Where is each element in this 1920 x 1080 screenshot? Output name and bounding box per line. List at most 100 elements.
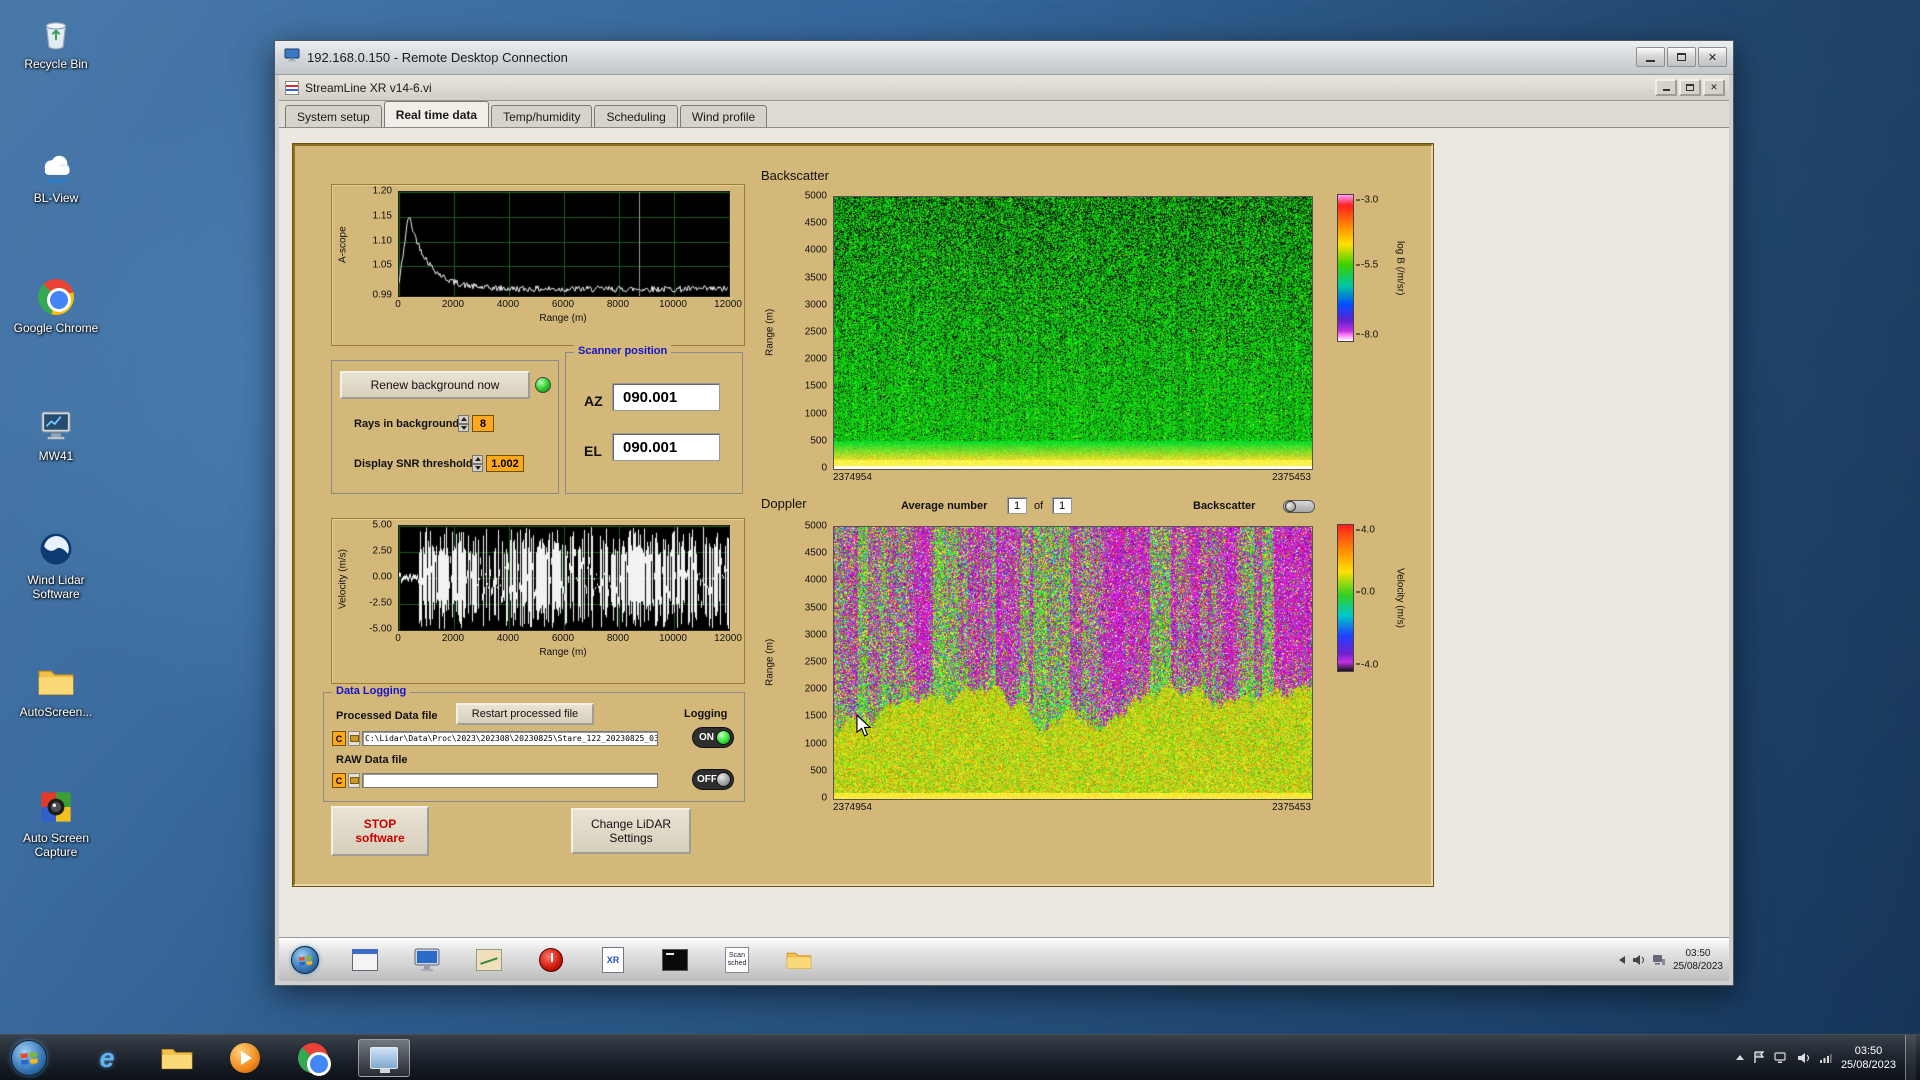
app-titlebar[interactable]: StreamLine XR v14-6.vi ✕ <box>279 75 1729 101</box>
browse-folder-icon[interactable] <box>348 773 360 788</box>
tab-strip: System setup Real time data Temp/humidit… <box>279 101 1729 128</box>
taskbar-internet-explorer-icon[interactable]: e <box>84 1039 130 1077</box>
velocity-x-ticks: 0 2000 4000 6000 8000 10000 12000 <box>395 633 742 645</box>
a-scope-x-axis-title: Range (m) <box>539 313 587 324</box>
tick-label: 8000 <box>606 633 630 644</box>
average-of-label: of <box>1034 500 1044 512</box>
remote-taskbar-command-prompt-icon[interactable] <box>655 943 695 977</box>
rays-in-background-label: Rays in background <box>354 418 460 430</box>
desktop-icon-label: Google Chrome <box>13 321 99 335</box>
remote-start-button[interactable] <box>285 943 325 977</box>
minimize-button[interactable] <box>1636 47 1665 67</box>
tick-label: 5.00 <box>372 519 392 531</box>
tick-label: 1.05 <box>372 259 392 271</box>
el-label: EL <box>584 443 602 459</box>
app-close-button[interactable]: ✕ <box>1703 79 1725 96</box>
volume-icon[interactable] <box>1797 1052 1810 1064</box>
taskbar-chrome-icon[interactable] <box>290 1039 336 1077</box>
volume-icon[interactable] <box>1632 954 1645 966</box>
remote-taskbar-display-icon[interactable] <box>407 943 447 977</box>
average-number-value[interactable]: 1 <box>1007 497 1027 514</box>
rays-in-background-value[interactable]: 8 <box>472 415 494 432</box>
taskbar-media-player-icon[interactable] <box>222 1039 268 1077</box>
remote-taskbar-image-viewer-icon[interactable] <box>469 943 509 977</box>
colorbar-tick: 0.0 <box>1356 587 1375 598</box>
taskbar-rdp-button-active[interactable] <box>358 1039 410 1077</box>
desktop-icon-mw41[interactable]: MW41 <box>6 404 106 463</box>
taskbar-file-explorer-icon[interactable] <box>154 1039 200 1077</box>
data-logging-group-label: Data Logging <box>332 685 411 697</box>
raw-path-field[interactable] <box>362 773 658 788</box>
desktop-icon-recycle-bin[interactable]: Recycle Bin <box>6 12 106 71</box>
toggle-on-label: ON <box>699 732 714 743</box>
remote-taskbar-scan-scheduler-icon[interactable]: Scan sched <box>717 943 757 977</box>
display-connect-icon[interactable] <box>1774 1051 1788 1064</box>
drive-letter-icon[interactable]: C <box>332 731 346 746</box>
tick-label: 0 <box>395 299 401 310</box>
average-of-value[interactable]: 1 <box>1052 497 1072 514</box>
processed-logging-toggle[interactable]: ON <box>692 727 734 748</box>
drive-letter-icon[interactable]: C <box>332 773 346 788</box>
app-minimize-button[interactable] <box>1655 79 1677 96</box>
snr-threshold-value[interactable]: 1.002 <box>486 455 524 472</box>
scanner-position-group-label: Scanner position <box>574 345 672 357</box>
raw-logging-toggle[interactable]: OFF <box>692 769 734 790</box>
snr-spinner[interactable] <box>472 455 483 472</box>
tab-wind-profile[interactable]: Wind profile <box>679 105 768 127</box>
action-center-flag-icon[interactable] <box>1753 1051 1765 1064</box>
desktop-icon-google-chrome[interactable]: Google Chrome <box>6 276 106 335</box>
remote-taskbar-file-explorer-icon[interactable] <box>779 943 819 977</box>
chrome-icon <box>34 276 78 318</box>
show-desktop-button[interactable] <box>1905 1035 1916 1080</box>
network-icon[interactable] <box>1819 1052 1832 1064</box>
tab-real-time-data[interactable]: Real time data <box>383 101 490 127</box>
az-value[interactable]: 090.001 <box>612 383 720 411</box>
doppler-x-end: 2375453 <box>1272 802 1311 813</box>
stop-software-button[interactable]: STOP software <box>331 806 429 856</box>
tick-label: -2.50 <box>369 597 392 609</box>
remote-taskbar-streamline-vi-icon[interactable]: XR <box>593 943 633 977</box>
change-lidar-settings-button[interactable]: Change LiDAR Settings <box>571 808 691 854</box>
desktop-icon-label: BL-View <box>33 191 79 205</box>
scanner-position-group: Scanner position AZ 090.001 EL 090.001 <box>565 345 743 494</box>
desktop-icon-autoscreen[interactable]: AutoScreen... <box>6 660 106 719</box>
el-value[interactable]: 090.001 <box>612 433 720 461</box>
colorbar-tick: 4.0 <box>1356 524 1375 535</box>
desktop-icon-label: Auto Screen Capture <box>22 831 90 859</box>
app-restore-button[interactable] <box>1679 79 1701 96</box>
tick-label: 1500 <box>804 710 827 722</box>
tab-temp-humidity[interactable]: Temp/humidity <box>491 105 593 127</box>
renew-background-button[interactable]: Renew background now <box>340 371 530 399</box>
backscatter-heatmap <box>833 196 1313 470</box>
tick-label: 1.20 <box>372 185 392 197</box>
desktop-icon-auto-screen-capture[interactable]: Auto Screen Capture <box>6 786 106 859</box>
tick-label: 0 <box>821 462 827 474</box>
close-button[interactable]: ✕ <box>1698 47 1727 67</box>
tick-label: 2500 <box>804 326 827 338</box>
snr-threshold-label: Display SNR threshold <box>354 458 473 470</box>
remote-taskbar-shutdown-icon[interactable] <box>531 943 571 977</box>
remote-session-screen: StreamLine XR v14-6.vi ✕ System setup Re… <box>279 75 1729 981</box>
a-scope-x-ticks: 0 2000 4000 6000 8000 10000 12000 <box>395 299 742 311</box>
velocity-graph: Velocity (m/s) 5.00 2.50 0.00 -2.50 -5.00 0 2… <box>331 518 745 684</box>
tab-page-real-time-data: A-scope 1.20 1.15 1.10 1.05 0.99 0 2000 4000 60… <box>279 128 1729 937</box>
remote-taskbar-app-window-icon[interactable] <box>345 943 385 977</box>
desktop-icon-wind-lidar[interactable]: Wind Lidar Software <box>6 528 106 601</box>
rdp-titlebar[interactable]: 192.168.0.150 - Remote Desktop Connectio… <box>275 41 1733 75</box>
maximize-button[interactable] <box>1667 47 1696 67</box>
taskbar-clock[interactable]: 03:50 25/08/2023 <box>1841 1044 1896 1072</box>
browse-folder-icon[interactable] <box>348 731 360 746</box>
backscatter-display-toggle[interactable] <box>1283 500 1315 513</box>
start-button[interactable] <box>6 1039 52 1077</box>
processed-path-field[interactable]: C:\Lidar\Data\Proc\2023\202308\20230825\… <box>362 731 658 746</box>
rays-spinner[interactable] <box>458 415 469 432</box>
remote-clock[interactable]: 03:50 25/08/2023 <box>1673 947 1723 973</box>
tab-scheduling[interactable]: Scheduling <box>594 105 678 127</box>
tray-expand-icon[interactable] <box>1618 955 1625 964</box>
backscatter-section-title: Backscatter <box>761 168 829 183</box>
tab-system-setup[interactable]: System setup <box>285 105 382 127</box>
tray-expand-icon[interactable] <box>1735 1055 1744 1060</box>
restart-processed-file-button[interactable]: Restart processed file <box>456 703 594 725</box>
desktop-icon-bl-view[interactable]: BL-View <box>6 146 106 205</box>
network-icon[interactable] <box>1652 954 1666 966</box>
